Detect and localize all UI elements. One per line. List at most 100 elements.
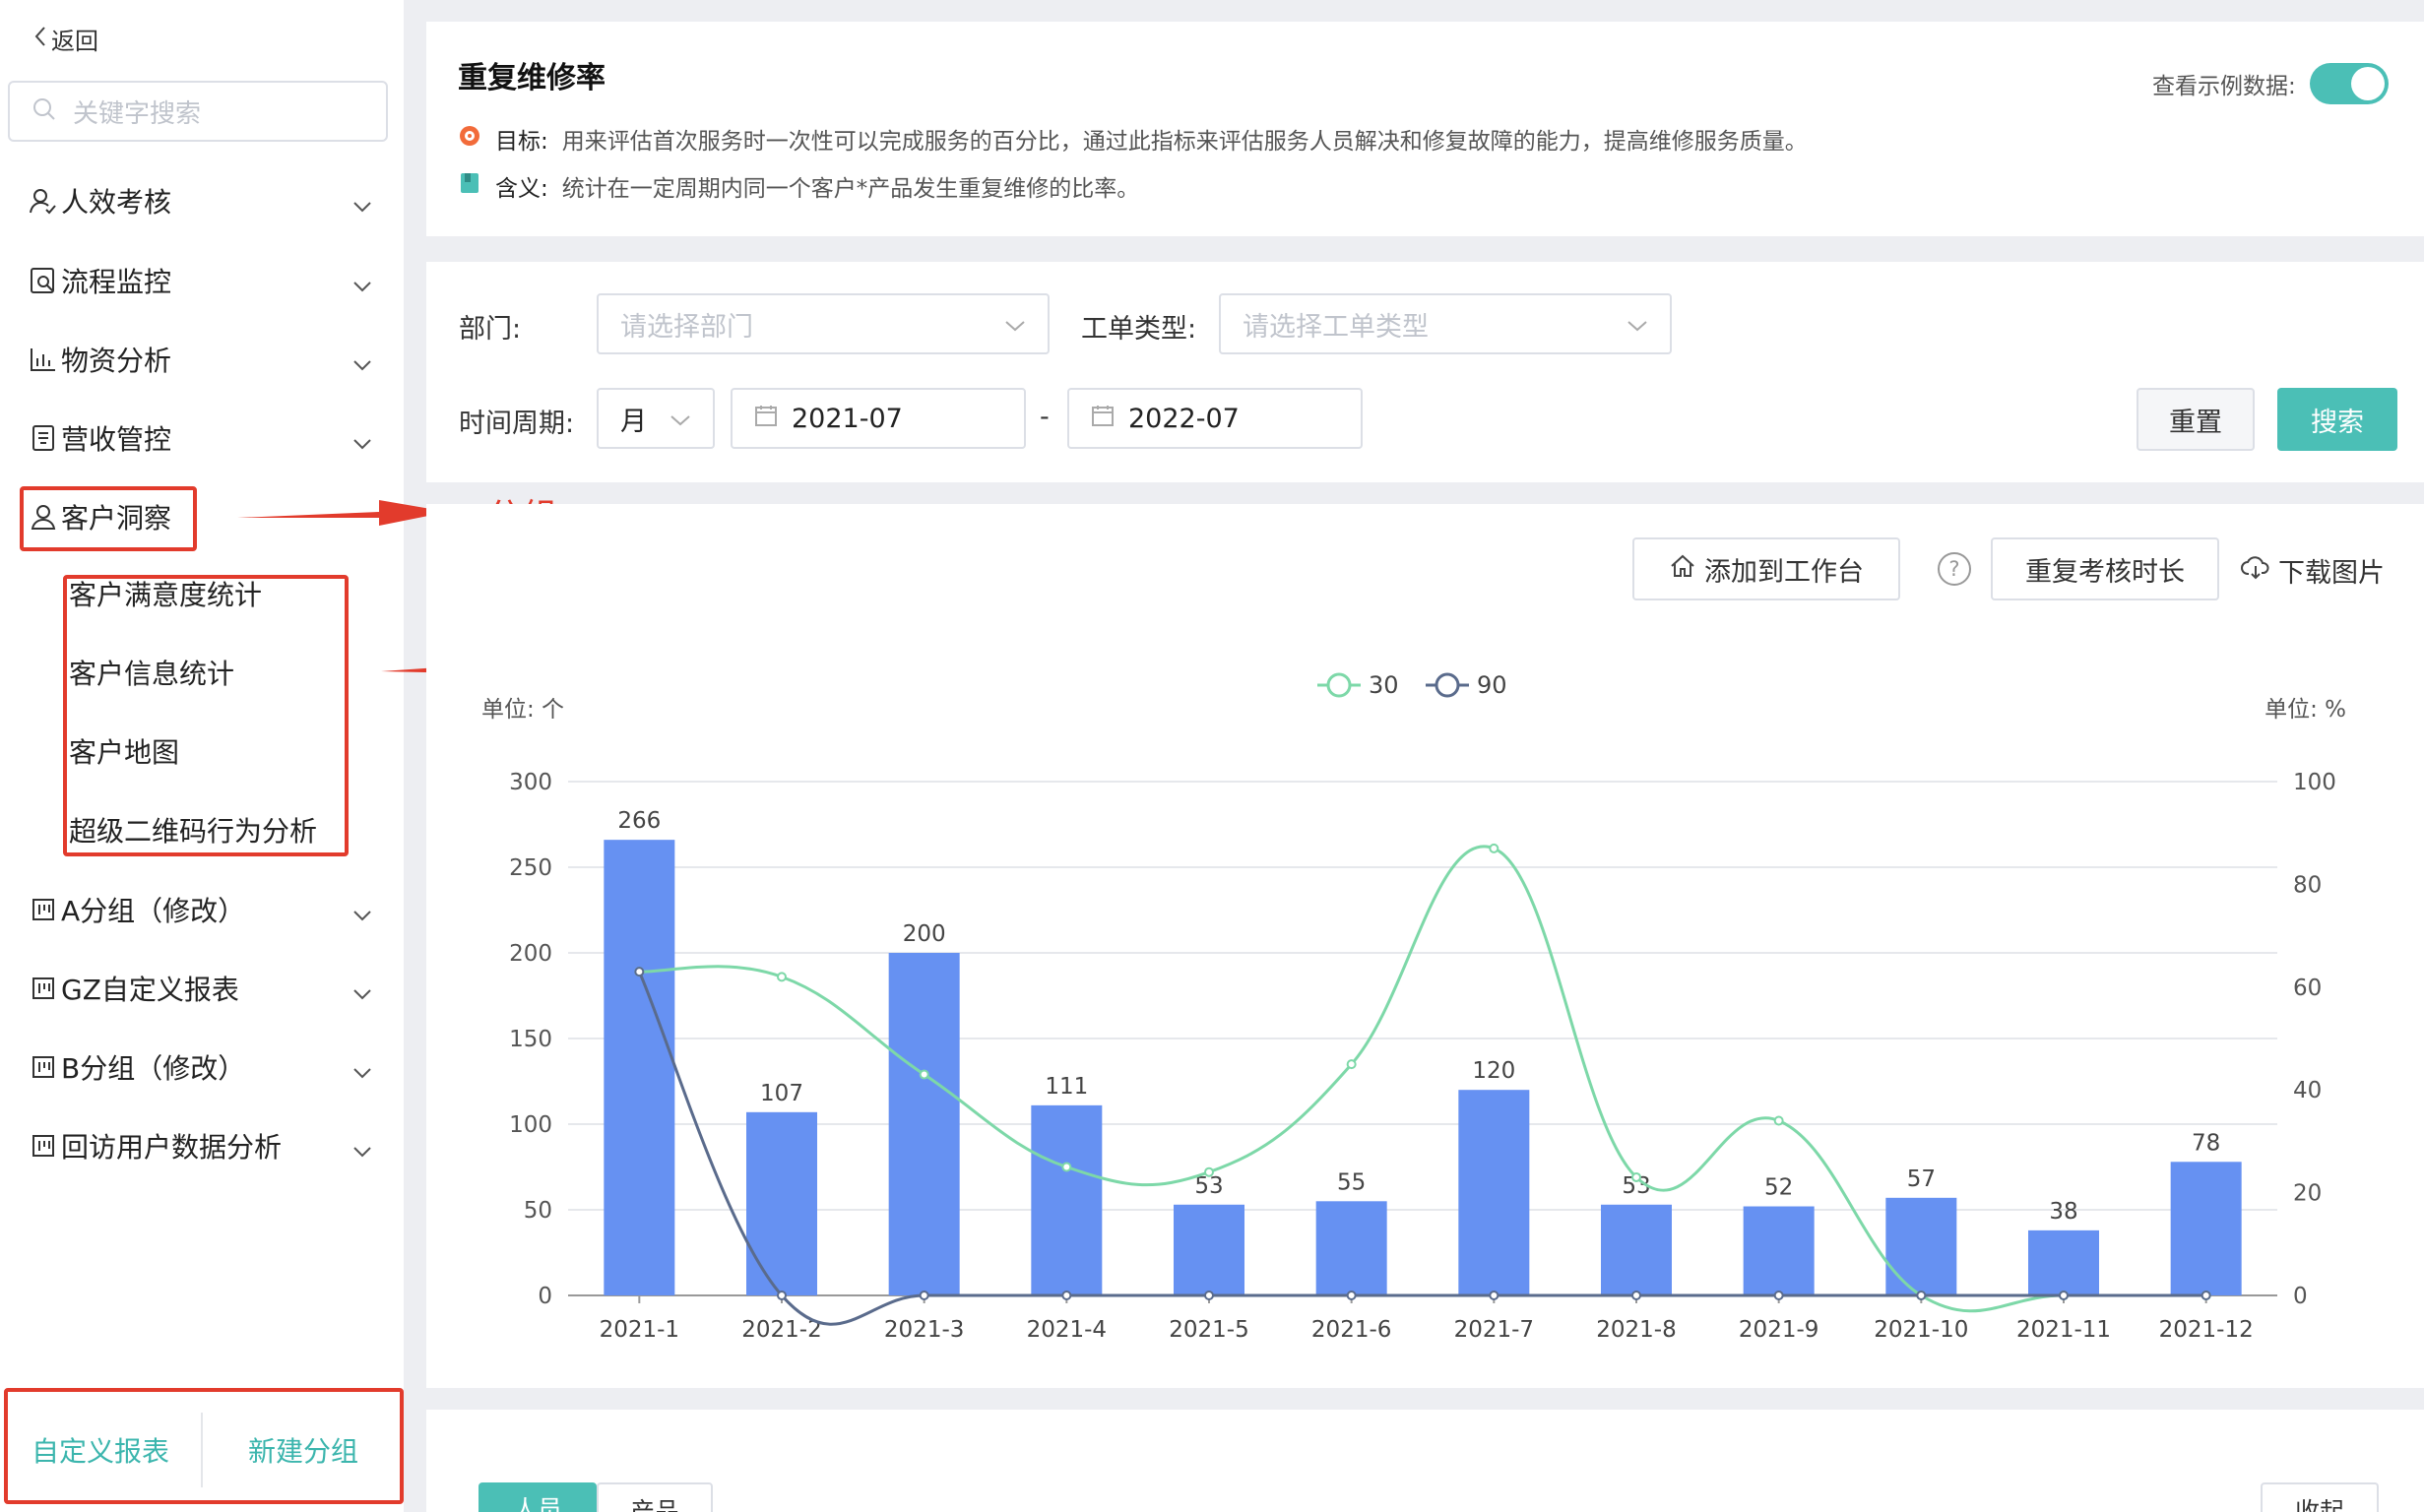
calendar-icon xyxy=(754,404,778,434)
y-left-tick-label: 0 xyxy=(538,1284,552,1309)
back-link[interactable]: 返回 xyxy=(33,22,98,56)
chevron-down-icon xyxy=(352,346,372,379)
end-month-picker[interactable]: 2022-07 xyxy=(1067,388,1363,449)
chevron-left-icon xyxy=(33,26,47,53)
series-point-90 xyxy=(2201,1291,2211,1300)
bar xyxy=(2028,1229,2099,1295)
back-label: 返回 xyxy=(51,28,98,55)
sidebar-item-gz-custom[interactable]: GZ自定义报表 xyxy=(28,962,372,1015)
legend-marker xyxy=(1326,672,1352,698)
period-select[interactable]: 月 xyxy=(597,388,715,449)
detail-panel xyxy=(426,1410,2424,1512)
recheck-duration-button[interactable]: 重复考核时长 xyxy=(1991,537,2219,600)
search-placeholder: 关键字搜索 xyxy=(73,98,202,129)
series-point-30 xyxy=(1631,1171,1641,1182)
dept-select[interactable]: 请选择部门 xyxy=(597,293,1050,354)
x-tick-label: 2021-9 xyxy=(1739,1317,1818,1343)
sidebar-item-label: 人效考核 xyxy=(61,186,172,219)
page-title: 重复维修率 xyxy=(458,61,606,95)
x-tick-label: 2021-12 xyxy=(2159,1317,2254,1343)
x-tick-label: 2021-1 xyxy=(600,1317,679,1343)
meaning-label: 含义: xyxy=(495,176,548,202)
search-icon xyxy=(32,96,57,126)
x-tick-label: 2021-5 xyxy=(1169,1317,1248,1343)
y-right-tick-label: 60 xyxy=(2293,976,2322,1001)
series-point-30 xyxy=(777,972,787,982)
sidebar-item-revenue[interactable]: 营收管控 xyxy=(28,411,372,465)
cloud-download-icon xyxy=(2241,554,2270,587)
sidebar-item-process[interactable]: 流程监控 xyxy=(28,254,372,307)
bar-data-label: 266 xyxy=(617,808,661,834)
goal-text: 用来评估首次服务时一次性可以完成服务的百分比，通过此指标来评估服务人员解决和修复… xyxy=(561,129,1808,155)
combo-chart: 0 50 100 150 200 250 300 0 20 40 60 80 100 单位: 个 单位: %… xyxy=(481,671,2346,1343)
y-left-tick-label: 150 xyxy=(509,1027,552,1052)
sidebar-item-label: 营收管控 xyxy=(61,423,172,456)
bar-data-label: 52 xyxy=(1764,1175,1793,1201)
x-tick-label: 2021-4 xyxy=(1027,1317,1107,1343)
goal-label: 目标: xyxy=(495,129,548,155)
tab-product[interactable]: 产品 xyxy=(597,1482,713,1512)
sidebar-item-label: GZ自定义报表 xyxy=(61,974,239,1006)
legend-label: 90 xyxy=(1477,671,1507,699)
bar xyxy=(1458,1090,1530,1295)
ticket-type-select[interactable]: 请选择工单类型 xyxy=(1219,293,1672,354)
sidebar-item-label: B分组（修改） xyxy=(61,1052,246,1085)
sidebar-item-performance[interactable]: 人效考核 xyxy=(28,174,372,227)
tab-personnel[interactable]: 人员 xyxy=(478,1482,597,1512)
meaning-text: 统计在一定周期内同一个客户*产品发生重复维修的比率。 xyxy=(561,176,1140,202)
sidebar-item-group-b[interactable]: B分组（修改） xyxy=(28,1040,372,1094)
series-line-30 xyxy=(639,845,2206,1313)
search-input[interactable]: 关键字搜索 xyxy=(8,81,388,142)
person-performance-icon xyxy=(28,185,59,217)
y-left-tick-label: 50 xyxy=(524,1198,552,1224)
bar xyxy=(746,1111,817,1295)
sidebar-item-group-a[interactable]: A分组（修改） xyxy=(28,883,372,936)
series-point-90 xyxy=(1916,1291,1927,1300)
y-right-tick-label: 80 xyxy=(2293,872,2322,898)
chevron-down-icon xyxy=(352,1133,372,1166)
bar-data-label: 38 xyxy=(2049,1199,2077,1225)
bar xyxy=(1601,1204,1672,1295)
chevron-down-icon xyxy=(352,425,372,458)
download-label: 下载图片 xyxy=(2278,558,2385,589)
add-to-workbench-button[interactable]: 添加到工作台 xyxy=(1632,537,1900,600)
bar xyxy=(1315,1201,1387,1295)
chevron-down-icon xyxy=(670,404,691,434)
help-icon[interactable]: ? xyxy=(1938,552,1971,586)
y-left-tick-label: 250 xyxy=(509,855,552,881)
bar xyxy=(1885,1197,1957,1295)
bar xyxy=(604,840,675,1295)
bar-data-label: 57 xyxy=(1907,1166,1936,1192)
collapse-button[interactable]: 收起 xyxy=(2261,1482,2379,1512)
type-label: 工单类型: xyxy=(1081,314,1197,345)
x-tick-label: 2021-3 xyxy=(884,1317,964,1343)
y-right-tick-label: 40 xyxy=(2293,1078,2322,1103)
start-month-value: 2021-07 xyxy=(792,403,903,434)
series-point-90 xyxy=(2059,1291,2069,1300)
sidebar-item-label: 物资分析 xyxy=(61,345,172,377)
sample-data-toggle[interactable] xyxy=(2309,63,2389,104)
series-point-30 xyxy=(1489,843,1499,853)
reset-button[interactable]: 重置 xyxy=(2137,388,2255,451)
start-month-picker[interactable]: 2021-07 xyxy=(731,388,1026,449)
y-right-tick-label: 20 xyxy=(2293,1181,2322,1207)
series-point-30 xyxy=(1061,1162,1072,1172)
series-point-90 xyxy=(777,1291,787,1300)
download-image-button[interactable]: 下载图片 xyxy=(2241,551,2385,590)
sidebar-item-label: 回访用户数据分析 xyxy=(61,1131,283,1164)
toggle-knob xyxy=(2350,67,2385,100)
search-button[interactable]: 搜索 xyxy=(2277,388,2397,451)
dept-placeholder: 请选择部门 xyxy=(620,311,753,343)
chevron-down-icon xyxy=(352,897,372,929)
bar-data-label: 120 xyxy=(1472,1058,1515,1084)
bar xyxy=(1174,1204,1244,1295)
y-left-axis-label: 单位: 个 xyxy=(481,697,564,723)
y-right-tick-label: 100 xyxy=(2293,770,2336,795)
sidebar-item-revisit-analysis[interactable]: 回访用户数据分析 xyxy=(28,1119,372,1172)
home-icon xyxy=(1669,552,1696,587)
sidebar-item-materials[interactable]: 物资分析 xyxy=(28,333,372,386)
series-line-90 xyxy=(637,971,2206,1326)
annotation-arrow-group xyxy=(237,500,448,526)
series-point-90 xyxy=(1061,1291,1072,1300)
book-icon xyxy=(458,171,481,201)
